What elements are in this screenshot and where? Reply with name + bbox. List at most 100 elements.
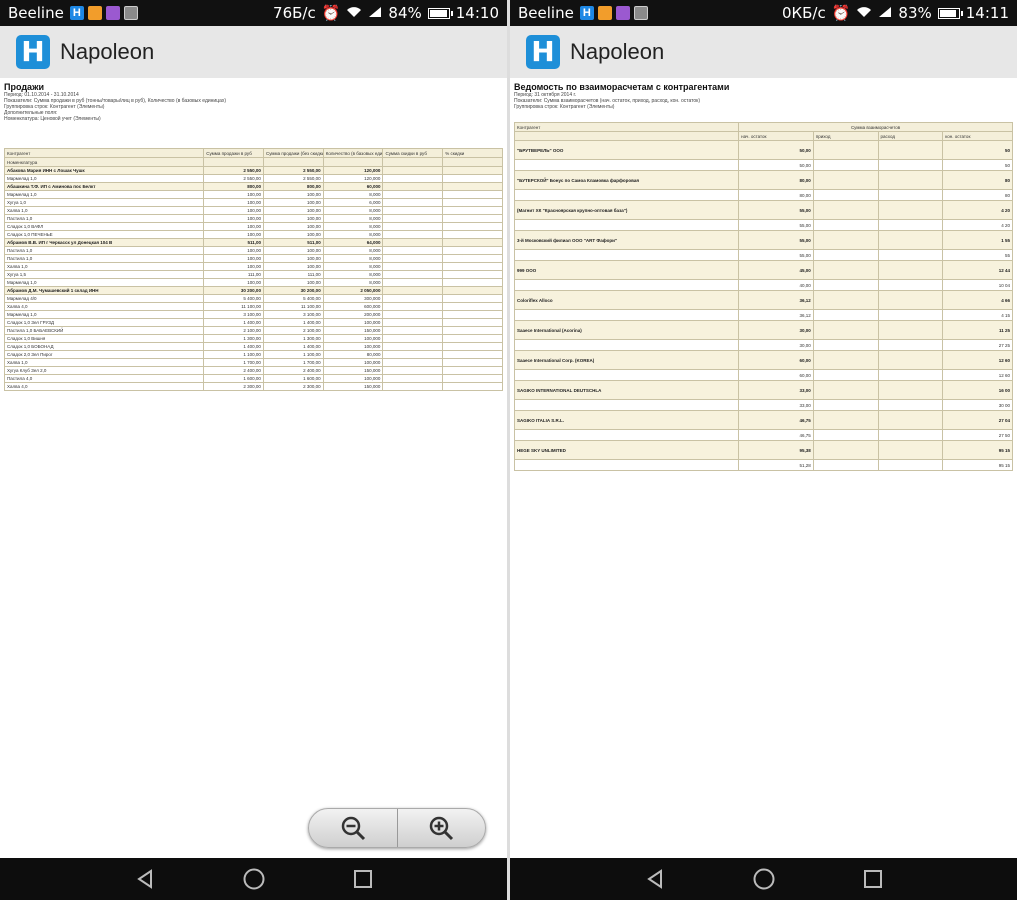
report-view[interactable]: Продажи Период: 01.10.2014 - 31.10.2014 … xyxy=(0,78,507,858)
row-value: 55 xyxy=(942,249,1013,261)
recents-button[interactable] xyxy=(861,867,885,891)
row-value: 2 300,00 xyxy=(262,382,324,391)
row-label: "БРУТВЕРЕЛЬ" ООО xyxy=(513,140,740,160)
row-value: 95,38 xyxy=(738,440,814,460)
row-label: Абрамов Д.М. Чумашевский 1 склад ИНН xyxy=(3,286,205,295)
row-value: 11 100,00 xyxy=(203,302,264,311)
row-value xyxy=(442,270,503,279)
table-row: Халва 1,0 1 700,00 1 700,00 100,000 xyxy=(3,358,503,367)
row-value: 100,00 xyxy=(203,262,264,271)
row-value xyxy=(877,429,944,441)
report-view[interactable]: Ведомость по взаиморасчетам с контрагент… xyxy=(510,78,1017,858)
battery-percent: 83% xyxy=(898,4,932,22)
row-label: Сладок 1,0 ВАФЛ xyxy=(3,222,205,231)
row-value xyxy=(382,350,444,359)
table-row: 33,00 30 00 xyxy=(513,399,1013,411)
row-value: 16 00 xyxy=(942,380,1013,400)
network-speed: 0КБ/с xyxy=(781,4,826,22)
row-label xyxy=(513,249,740,261)
table-row: Сладок 1,0 ВАФЛ 100,00 100,00 8,000 xyxy=(3,222,503,231)
report-table: Контрагент Сумма взаиморасчетов нач. ост… xyxy=(513,122,1013,471)
table-row: Халва 1,0 100,00 100,00 8,000 xyxy=(3,262,503,271)
row-value: 30 200,00 xyxy=(262,286,324,295)
table-row: Сладок 1,0 Зел ГРУЗД 1 400,00 1 400,00 100,… xyxy=(3,318,503,327)
row-value xyxy=(877,380,944,400)
table-row: Сладок 2,0 Зел Пирог 1 100,00 1 100,00 80,0… xyxy=(3,350,503,359)
image-icon xyxy=(633,6,648,20)
row-label xyxy=(513,369,740,381)
row-value: 46,75 xyxy=(738,429,814,441)
row-value xyxy=(442,318,503,327)
wifi-icon xyxy=(856,4,872,22)
row-label: Халва 1,0 xyxy=(3,206,205,215)
column-header: расход xyxy=(877,131,944,141)
table-row: Сладок 1,0 ПЕЧЕНЬЕ 100,00 100,00 8,000 xyxy=(3,230,503,239)
row-value: 8,000 xyxy=(322,254,384,263)
back-button[interactable] xyxy=(643,867,667,891)
row-value xyxy=(812,159,879,171)
row-value: 2 550,00 xyxy=(203,166,264,175)
row-value xyxy=(382,318,444,327)
carrier-name: Beeline xyxy=(8,4,64,22)
row-value: 300,000 xyxy=(322,294,384,303)
row-value xyxy=(382,382,444,391)
table-row: 36,12 4 15 xyxy=(513,309,1013,321)
table-row: "БУТЕРСКОЙ" Бонус по Самоа Кламовка фарф… xyxy=(513,170,1013,190)
zoom-in-button[interactable] xyxy=(396,809,486,847)
row-value xyxy=(382,326,444,335)
row-value: 5 400,00 xyxy=(262,294,324,303)
row-value xyxy=(442,166,503,175)
home-button[interactable] xyxy=(242,867,266,891)
row-value: 800,00 xyxy=(203,182,264,191)
row-value: 33,00 xyxy=(738,380,814,400)
table-row: Мармелад 1,0 3 100,00 3 100,00 200,000 xyxy=(3,310,503,319)
alarm-icon: ⏰ xyxy=(831,4,851,22)
home-icon xyxy=(243,868,264,890)
table-row: Пастила 1,0 100,00 100,00 8,000 xyxy=(3,254,503,263)
table-row: Мармелад 4/0 5 400,00 5 400,00 300,000 xyxy=(3,294,503,303)
table-row: Coloriflex Alloco 36,12 4 66 xyxy=(513,290,1013,310)
row-value xyxy=(382,286,444,295)
row-value: 100,00 xyxy=(262,230,324,239)
app-bar: H Napoleon xyxy=(0,26,507,78)
row-value xyxy=(442,302,503,311)
column-header: Контрагент xyxy=(3,148,205,158)
battery-icon xyxy=(427,7,453,19)
row-value xyxy=(442,190,503,199)
row-value xyxy=(382,230,444,239)
row-value: 55,00 xyxy=(738,249,814,261)
row-value: 8,000 xyxy=(322,222,384,231)
app-h-icon: H xyxy=(579,6,594,20)
row-label xyxy=(513,339,740,351)
row-value xyxy=(812,230,879,250)
zoom-out-button[interactable] xyxy=(309,809,397,847)
back-button[interactable] xyxy=(133,867,157,891)
row-value xyxy=(877,230,944,250)
row-value: 2 550,00 xyxy=(203,174,264,183)
navigation-bar xyxy=(0,858,507,900)
row-value: 100,00 xyxy=(203,198,264,207)
row-label xyxy=(513,309,740,321)
row-value xyxy=(442,382,503,391)
row-value: 511,00 xyxy=(203,238,264,247)
table-row: Saaece International Corp. (KOREA) 60,00 1… xyxy=(513,350,1013,370)
row-value: 150,000 xyxy=(322,326,384,335)
row-value: 2 550,00 xyxy=(262,174,324,183)
row-value xyxy=(442,334,503,343)
row-value: 2 400,00 xyxy=(262,366,324,375)
row-value: 2 300,00 xyxy=(203,382,264,391)
row-value xyxy=(382,246,444,255)
row-value: 4 15 xyxy=(942,309,1013,321)
row-value xyxy=(877,189,944,201)
home-button[interactable] xyxy=(752,867,776,891)
row-value xyxy=(442,294,503,303)
notification-icon xyxy=(597,6,612,20)
row-value xyxy=(382,310,444,319)
row-value: 30,00 xyxy=(738,320,814,340)
recents-button[interactable] xyxy=(351,867,375,891)
zoom-in-icon xyxy=(430,816,454,841)
row-label: Абрамов В.В. ИП г Черкасск ул Донецкая 1… xyxy=(3,238,205,247)
row-value: 8,000 xyxy=(322,270,384,279)
row-value xyxy=(382,166,444,175)
row-value: 60,00 xyxy=(738,350,814,370)
